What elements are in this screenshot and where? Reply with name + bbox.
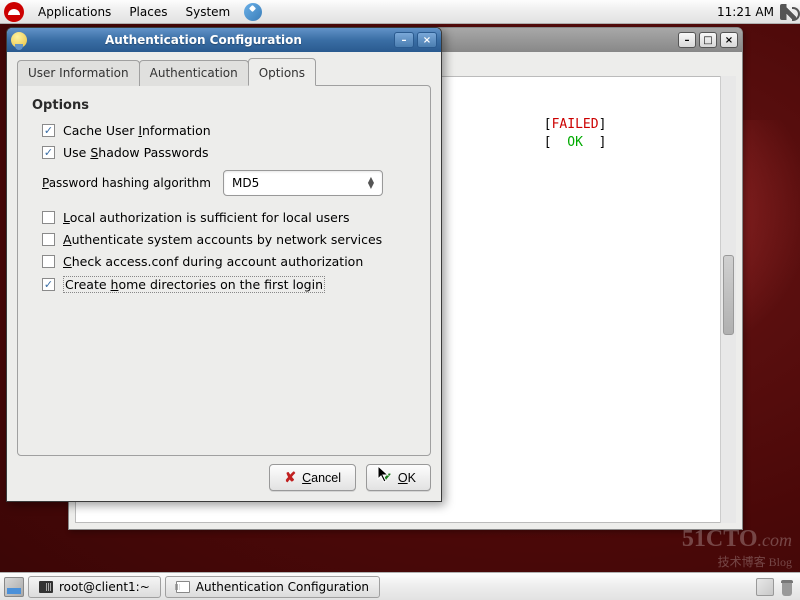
ok-button[interactable]: ✔ OK: [366, 464, 431, 491]
bottom-panel: root@client1:~ Authentication Configurat…: [0, 572, 800, 600]
taskbar-label: root@client1:~: [59, 580, 150, 594]
menu-places[interactable]: Places: [121, 2, 175, 22]
menu-system[interactable]: System: [177, 2, 238, 22]
tab-user-information[interactable]: User Information: [17, 60, 140, 86]
volume-icon[interactable]: [780, 4, 796, 20]
chevron-down-icon[interactable]: ▼: [364, 183, 378, 189]
label-cache: Cache User Information: [63, 123, 211, 138]
taskbar-authconfig[interactable]: Authentication Configuration: [165, 576, 380, 598]
option-shadow-passwords[interactable]: Use Shadow Passwords: [32, 145, 416, 160]
option-create-homedir[interactable]: Create home directories on the first log…: [32, 276, 416, 293]
tab-authentication[interactable]: Authentication: [139, 60, 249, 86]
cancel-icon: ✘: [284, 469, 296, 486]
auth-config-dialog: Authentication Configuration – × User In…: [6, 27, 442, 502]
dialog-title: Authentication Configuration: [33, 33, 394, 47]
term-status-failed: FAILED: [552, 117, 599, 132]
checkbox-access[interactable]: [42, 255, 55, 268]
scrollbar-thumb[interactable]: [723, 255, 734, 335]
checkbox-local[interactable]: [42, 211, 55, 224]
taskbar-terminal[interactable]: root@client1:~: [28, 576, 161, 598]
label-access: Check access.conf during account authori…: [63, 254, 363, 269]
checkbox-homedir[interactable]: [42, 278, 55, 291]
checkbox-network[interactable]: [42, 233, 55, 246]
watermark: 51CTO.com 技术博客 Blog: [682, 526, 792, 570]
label-homedir: Create home directories on the first log…: [63, 276, 325, 293]
option-check-access[interactable]: Check access.conf during account authori…: [32, 254, 416, 269]
checkbox-cache[interactable]: [42, 124, 55, 137]
ok-icon: ✔: [381, 470, 392, 486]
distro-logo-icon[interactable]: [4, 2, 24, 22]
menu-applications[interactable]: Applications: [30, 2, 119, 22]
option-local-auth[interactable]: Local authorization is sufficient for lo…: [32, 210, 416, 225]
taskbar-label: Authentication Configuration: [196, 580, 369, 594]
top-panel: Applications Places System 11:21 AM: [0, 0, 800, 24]
tab-bar: User Information Authentication Options: [17, 60, 431, 86]
terminal-maximize-button[interactable]: □: [699, 32, 717, 48]
terminal-minimize-button[interactable]: –: [678, 32, 696, 48]
dialog-close-button[interactable]: ×: [417, 32, 437, 48]
term-status-ok: OK: [567, 135, 583, 150]
terminal-icon: [39, 581, 53, 593]
password-hashing-row: Password hashing algorithm MD5 ▲ ▼: [32, 170, 416, 196]
terminal-scrollbar[interactable]: [720, 76, 736, 523]
dialog-minimize-button[interactable]: –: [394, 32, 414, 48]
label-network: Authenticate system accounts by network …: [63, 232, 382, 247]
spin-buttons[interactable]: ▲ ▼: [364, 177, 378, 189]
clock[interactable]: 11:21 AM: [717, 5, 774, 19]
option-auth-network[interactable]: Authenticate system accounts by network …: [32, 232, 416, 247]
checkbox-shadow[interactable]: [42, 146, 55, 159]
dialog-titlebar[interactable]: Authentication Configuration – ×: [7, 28, 441, 52]
section-header: Options: [32, 98, 416, 113]
hash-algo-value: MD5: [232, 176, 259, 190]
terminal-close-button[interactable]: ×: [720, 32, 738, 48]
browser-launcher-icon[interactable]: [244, 3, 262, 21]
show-desktop-button[interactable]: [4, 577, 24, 597]
cancel-button[interactable]: ✘ Cancel: [269, 464, 356, 491]
label-local: Local authorization is sufficient for lo…: [63, 210, 350, 225]
window-icon: [176, 581, 190, 593]
dialog-footer: ✘ Cancel ✔ OK: [17, 456, 431, 491]
cancel-label: Cancel: [302, 471, 341, 485]
label-shadow: Use Shadow Passwords: [63, 145, 209, 160]
tab-options[interactable]: Options: [248, 58, 316, 86]
trash-icon[interactable]: [778, 578, 796, 596]
option-cache-user-info[interactable]: Cache User Information: [32, 123, 416, 138]
ok-label: OK: [398, 471, 416, 485]
hash-algo-select[interactable]: MD5 ▲ ▼: [223, 170, 383, 196]
workspace-switcher[interactable]: [756, 578, 774, 596]
dialog-icon: [11, 32, 27, 48]
label-hash-algo: Password hashing algorithm: [42, 176, 211, 190]
options-panel: Options Cache User Information Use Shado…: [17, 85, 431, 456]
